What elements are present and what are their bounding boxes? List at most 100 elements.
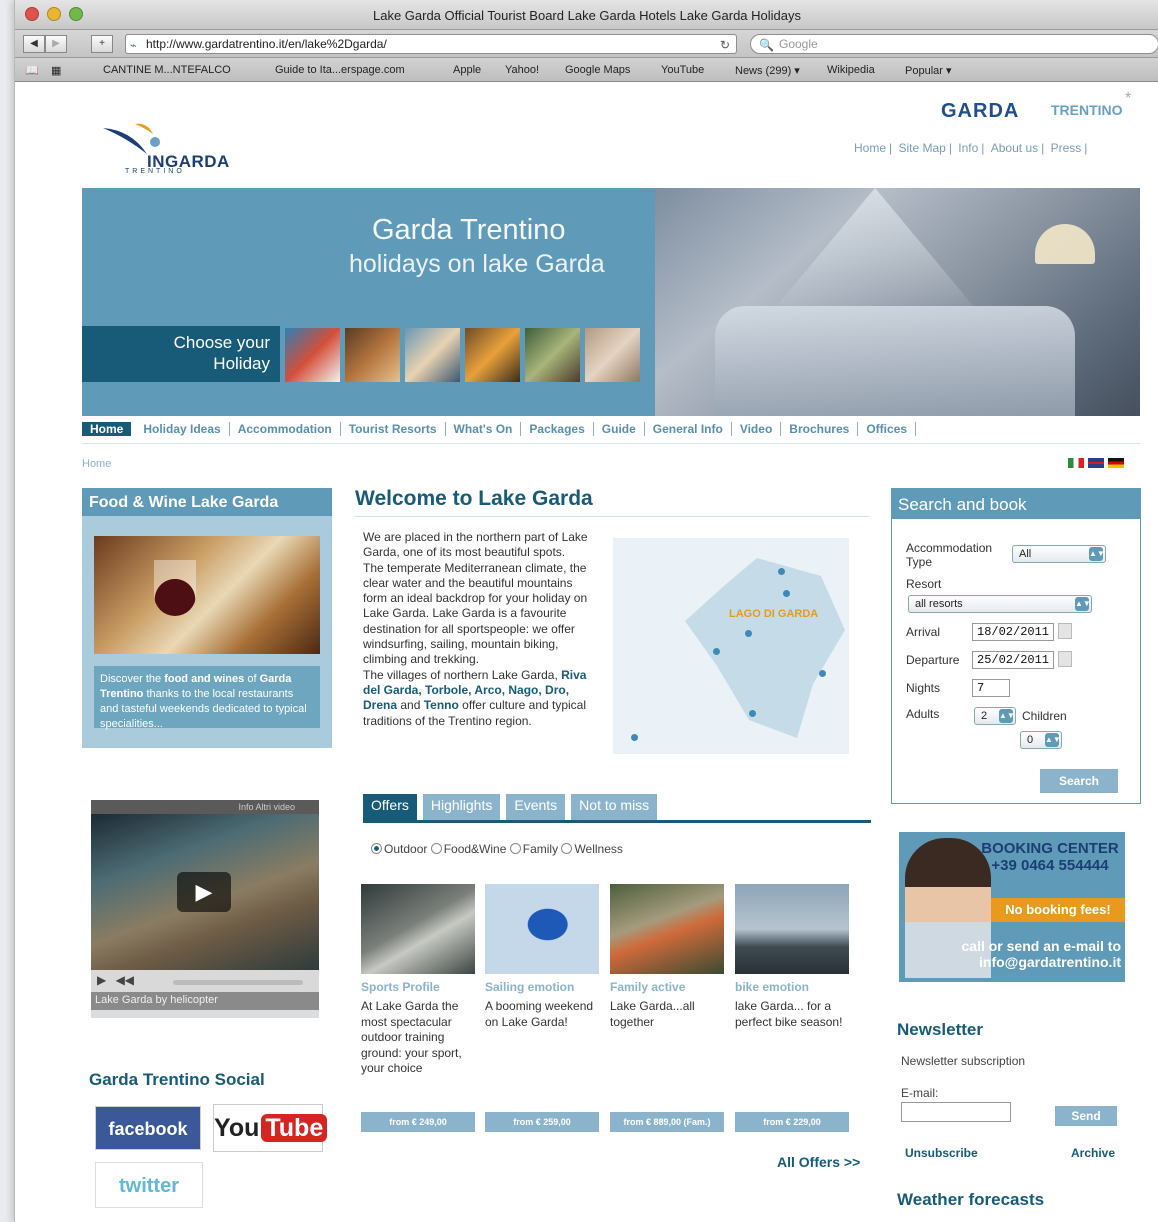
nav-offices[interactable]: Offices (858, 422, 916, 436)
tab-events[interactable]: Events (506, 794, 566, 820)
food-wine-title[interactable]: Food & Wine Lake Garda (82, 488, 332, 516)
video-progress-bar[interactable] (173, 980, 303, 985)
offer-image-sailing[interactable] (485, 884, 599, 974)
facebook-button[interactable]: facebook (95, 1106, 201, 1150)
booking-email[interactable]: info@gardatrentino.it (907, 954, 1121, 970)
tab-highlights[interactable]: Highlights (422, 794, 501, 820)
top-link-press[interactable]: Press (1051, 141, 1082, 155)
bookmark-item[interactable]: Apple (453, 64, 481, 76)
nav-general-info[interactable]: General Info (645, 422, 732, 436)
offer-price-button[interactable]: from € 259,00 (485, 1112, 599, 1132)
holiday-thumb-food[interactable] (345, 328, 400, 382)
nav-brochures[interactable]: Brochures (781, 422, 859, 436)
send-button[interactable]: Send (1055, 1106, 1117, 1126)
english-flag-icon[interactable] (1088, 458, 1104, 468)
map-town-dot[interactable] (713, 648, 720, 655)
nav-video[interactable]: Video (732, 422, 782, 436)
top-sites-icon[interactable]: ▦ (51, 64, 61, 77)
map-town-dot[interactable] (778, 568, 785, 575)
p3-tenno-link[interactable]: Tenno (424, 698, 459, 712)
bookmark-item[interactable]: YouTube (661, 64, 704, 76)
bookmark-item[interactable]: Wikipedia (827, 64, 875, 76)
nav-whats-on[interactable]: What's On (446, 422, 522, 436)
nav-holiday-ideas[interactable]: Holiday Ideas (135, 422, 230, 436)
offer-image-climbing[interactable] (361, 884, 475, 974)
youtube-button[interactable]: You Tube (213, 1104, 328, 1152)
archive-link[interactable]: Archive (1071, 1146, 1115, 1160)
play-icon[interactable]: ▶ (177, 872, 231, 912)
offer-title[interactable]: Sports Profile (361, 980, 475, 994)
radio-family[interactable] (509, 843, 521, 854)
arrival-calendar-icon[interactable] (1058, 623, 1072, 639)
radio-wellness[interactable] (561, 843, 573, 854)
forward-button[interactable]: ▶ (45, 35, 67, 53)
map-town-dot[interactable] (783, 590, 790, 597)
top-link-sitemap[interactable]: Site Map (898, 141, 945, 155)
bookmark-item[interactable]: Guide to Ita...erspage.com (275, 64, 405, 76)
german-flag-icon[interactable] (1108, 458, 1124, 468)
tab-offers[interactable]: Offers (363, 794, 417, 820)
bookmark-item[interactable]: News (299) ▾ (735, 64, 800, 77)
top-link-home[interactable]: Home (854, 141, 886, 155)
trentino-brand-logo[interactable]: TRENTINO (1051, 102, 1123, 118)
search-button[interactable]: Search (1040, 769, 1118, 793)
all-offers-link[interactable]: All Offers >> (777, 1154, 860, 1170)
bookmark-item[interactable]: Google Maps (565, 64, 630, 76)
map-town-dot[interactable] (749, 710, 756, 717)
offer-price-button[interactable]: from € 229,00 (735, 1112, 849, 1132)
food-wine-text[interactable]: Discover the food and wines of Garda Tre… (94, 666, 320, 730)
search-field[interactable]: 🔍 Google (750, 34, 1158, 54)
tab-not-to-miss[interactable]: Not to miss (571, 794, 658, 820)
children-select[interactable]: 0 ▲▼ (1020, 731, 1062, 749)
accommodation-select[interactable]: All ▲▼ (1012, 545, 1106, 563)
add-bookmark-button[interactable]: + (91, 35, 113, 53)
offer-image-family[interactable] (610, 884, 724, 974)
resort-select[interactable]: all resorts ▲▼ (908, 595, 1092, 613)
newsletter-email-input[interactable] (901, 1102, 1011, 1122)
back-button[interactable]: ◀ (23, 35, 45, 53)
unsubscribe-link[interactable]: Unsubscribe (905, 1146, 978, 1160)
reading-list-icon[interactable]: 📖 (25, 64, 39, 77)
offer-price-button[interactable]: from € 889,00 (Fam.) (610, 1112, 724, 1132)
holiday-thumb-culture[interactable] (465, 328, 520, 382)
address-bar[interactable]: ⌁ http://www.gardatrentino.it/en/lake%2D… (125, 34, 737, 54)
nav-accommodation[interactable]: Accommodation (230, 422, 341, 436)
departure-input[interactable]: 25/02/2011 (972, 651, 1054, 669)
departure-calendar-icon[interactable] (1058, 651, 1072, 667)
bookmark-item[interactable]: CANTINE M...NTEFALCO (103, 64, 231, 76)
offer-title[interactable]: Sailing emotion (485, 980, 599, 994)
italian-flag-icon[interactable] (1068, 458, 1084, 468)
food-wine-image[interactable] (94, 536, 320, 654)
top-link-info[interactable]: Info (958, 141, 978, 155)
volume-icon[interactable]: ◀◀ (116, 973, 134, 987)
holiday-thumb-family[interactable] (405, 328, 460, 382)
holiday-thumb-bike[interactable] (525, 328, 580, 382)
breadcrumb[interactable]: Home (82, 458, 111, 470)
adults-select[interactable]: 2 ▲▼ (974, 707, 1016, 725)
radio-foodwine[interactable] (430, 843, 442, 854)
nav-tourist-resorts[interactable]: Tourist Resorts (341, 422, 446, 436)
play-button-icon[interactable]: ▶ (97, 973, 106, 987)
holiday-thumb-wellness[interactable] (585, 328, 640, 382)
offer-price-button[interactable]: from € 249,00 (361, 1112, 475, 1132)
nav-home[interactable]: Home (82, 422, 132, 436)
radio-outdoor[interactable] (371, 843, 382, 854)
video-top-bar[interactable]: Info Altri video (91, 800, 319, 814)
lake-garda-map[interactable]: LAGO DI GARDA (613, 538, 849, 754)
video-screen[interactable]: ▶ (91, 814, 319, 970)
twitter-button[interactable]: twitter (95, 1162, 203, 1208)
holiday-thumb-windsurf[interactable] (285, 328, 340, 382)
offer-title[interactable]: Family active (610, 980, 724, 994)
nav-guide[interactable]: Guide (594, 422, 645, 436)
offer-image-bike[interactable] (735, 884, 849, 974)
offer-title[interactable]: bike emotion (735, 980, 849, 994)
reload-icon[interactable]: ↻ (720, 36, 730, 54)
map-town-dot[interactable] (819, 670, 826, 677)
bookmark-item[interactable]: Yahoo! (505, 64, 539, 76)
top-link-about[interactable]: About us (991, 141, 1038, 155)
arrival-input[interactable]: 18/02/2011 (972, 623, 1054, 641)
map-town-dot[interactable] (631, 734, 638, 741)
garda-brand-logo[interactable]: GARDA (941, 100, 1019, 123)
nights-input[interactable]: 7 (972, 679, 1010, 697)
map-town-dot[interactable] (745, 630, 752, 637)
